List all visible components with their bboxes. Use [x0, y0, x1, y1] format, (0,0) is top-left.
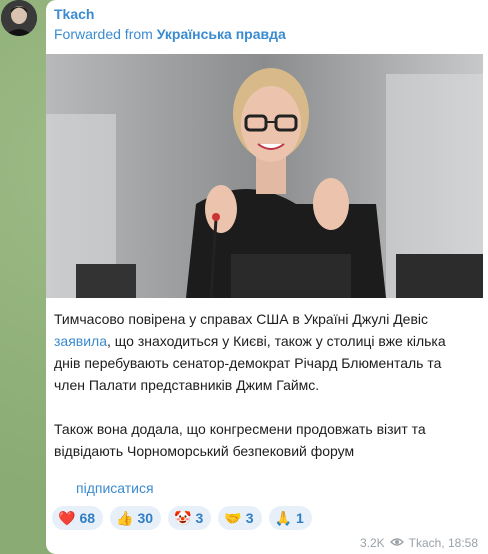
reaction-heart[interactable]: ❤️ 68: [52, 506, 104, 530]
post-paragraph-1: Тимчасово повірена у справах США в Украї…: [54, 308, 474, 396]
eye-icon: [389, 536, 404, 550]
message-meta: 3.2K Tkach, 18:58: [360, 536, 478, 550]
sender-name[interactable]: Tkach: [54, 6, 94, 22]
forwarded-prefix: Forwarded from: [54, 26, 153, 42]
thumbs-up-icon: 👍: [116, 509, 134, 526]
message-bubble: Tkach Forwarded from Українська правда Т…: [46, 0, 488, 554]
inline-link[interactable]: заявила: [54, 333, 107, 349]
reaction-pray[interactable]: 🙏 1: [268, 506, 312, 530]
handshake-icon: 🤝: [224, 509, 242, 526]
avatar[interactable]: [1, 0, 37, 36]
paragraph-1-tail: , що знаходиться у Києві, також у столиц…: [54, 333, 446, 393]
post-photo[interactable]: [46, 54, 483, 298]
reaction-count: 1: [295, 510, 304, 526]
pray-icon: 🙏: [274, 509, 292, 526]
reaction-clown[interactable]: 🤡 3: [168, 506, 212, 530]
reaction-count: 3: [195, 510, 204, 526]
post-text: Тимчасово повірена у справах США в Украї…: [54, 308, 474, 462]
reaction-count: 68: [79, 510, 96, 526]
heart-icon: ❤️: [58, 509, 76, 526]
paragraph-1-text: Тимчасово повірена у справах США в Украї…: [54, 311, 429, 327]
view-count: 3.2K: [359, 536, 385, 550]
reaction-count: 3: [245, 510, 254, 526]
reaction-thumbs-up[interactable]: 👍 30: [110, 506, 162, 530]
message-signature: Tkach, 18:58: [408, 536, 478, 550]
reaction-handshake[interactable]: 🤝 3: [218, 506, 262, 530]
reaction-count: 30: [137, 510, 154, 526]
clown-icon: 🤡: [174, 509, 192, 526]
reactions-bar: ❤️ 68 👍 30 🤡 3 🤝 3 🙏 1: [52, 506, 312, 530]
forwarded-source[interactable]: Українська правда: [157, 26, 286, 42]
subscribe-link[interactable]: підписатися: [76, 480, 154, 496]
post-paragraph-2: Також вона додала, що конгресмени продов…: [54, 421, 426, 459]
forwarded-header[interactable]: Forwarded from Українська правда: [54, 26, 286, 42]
